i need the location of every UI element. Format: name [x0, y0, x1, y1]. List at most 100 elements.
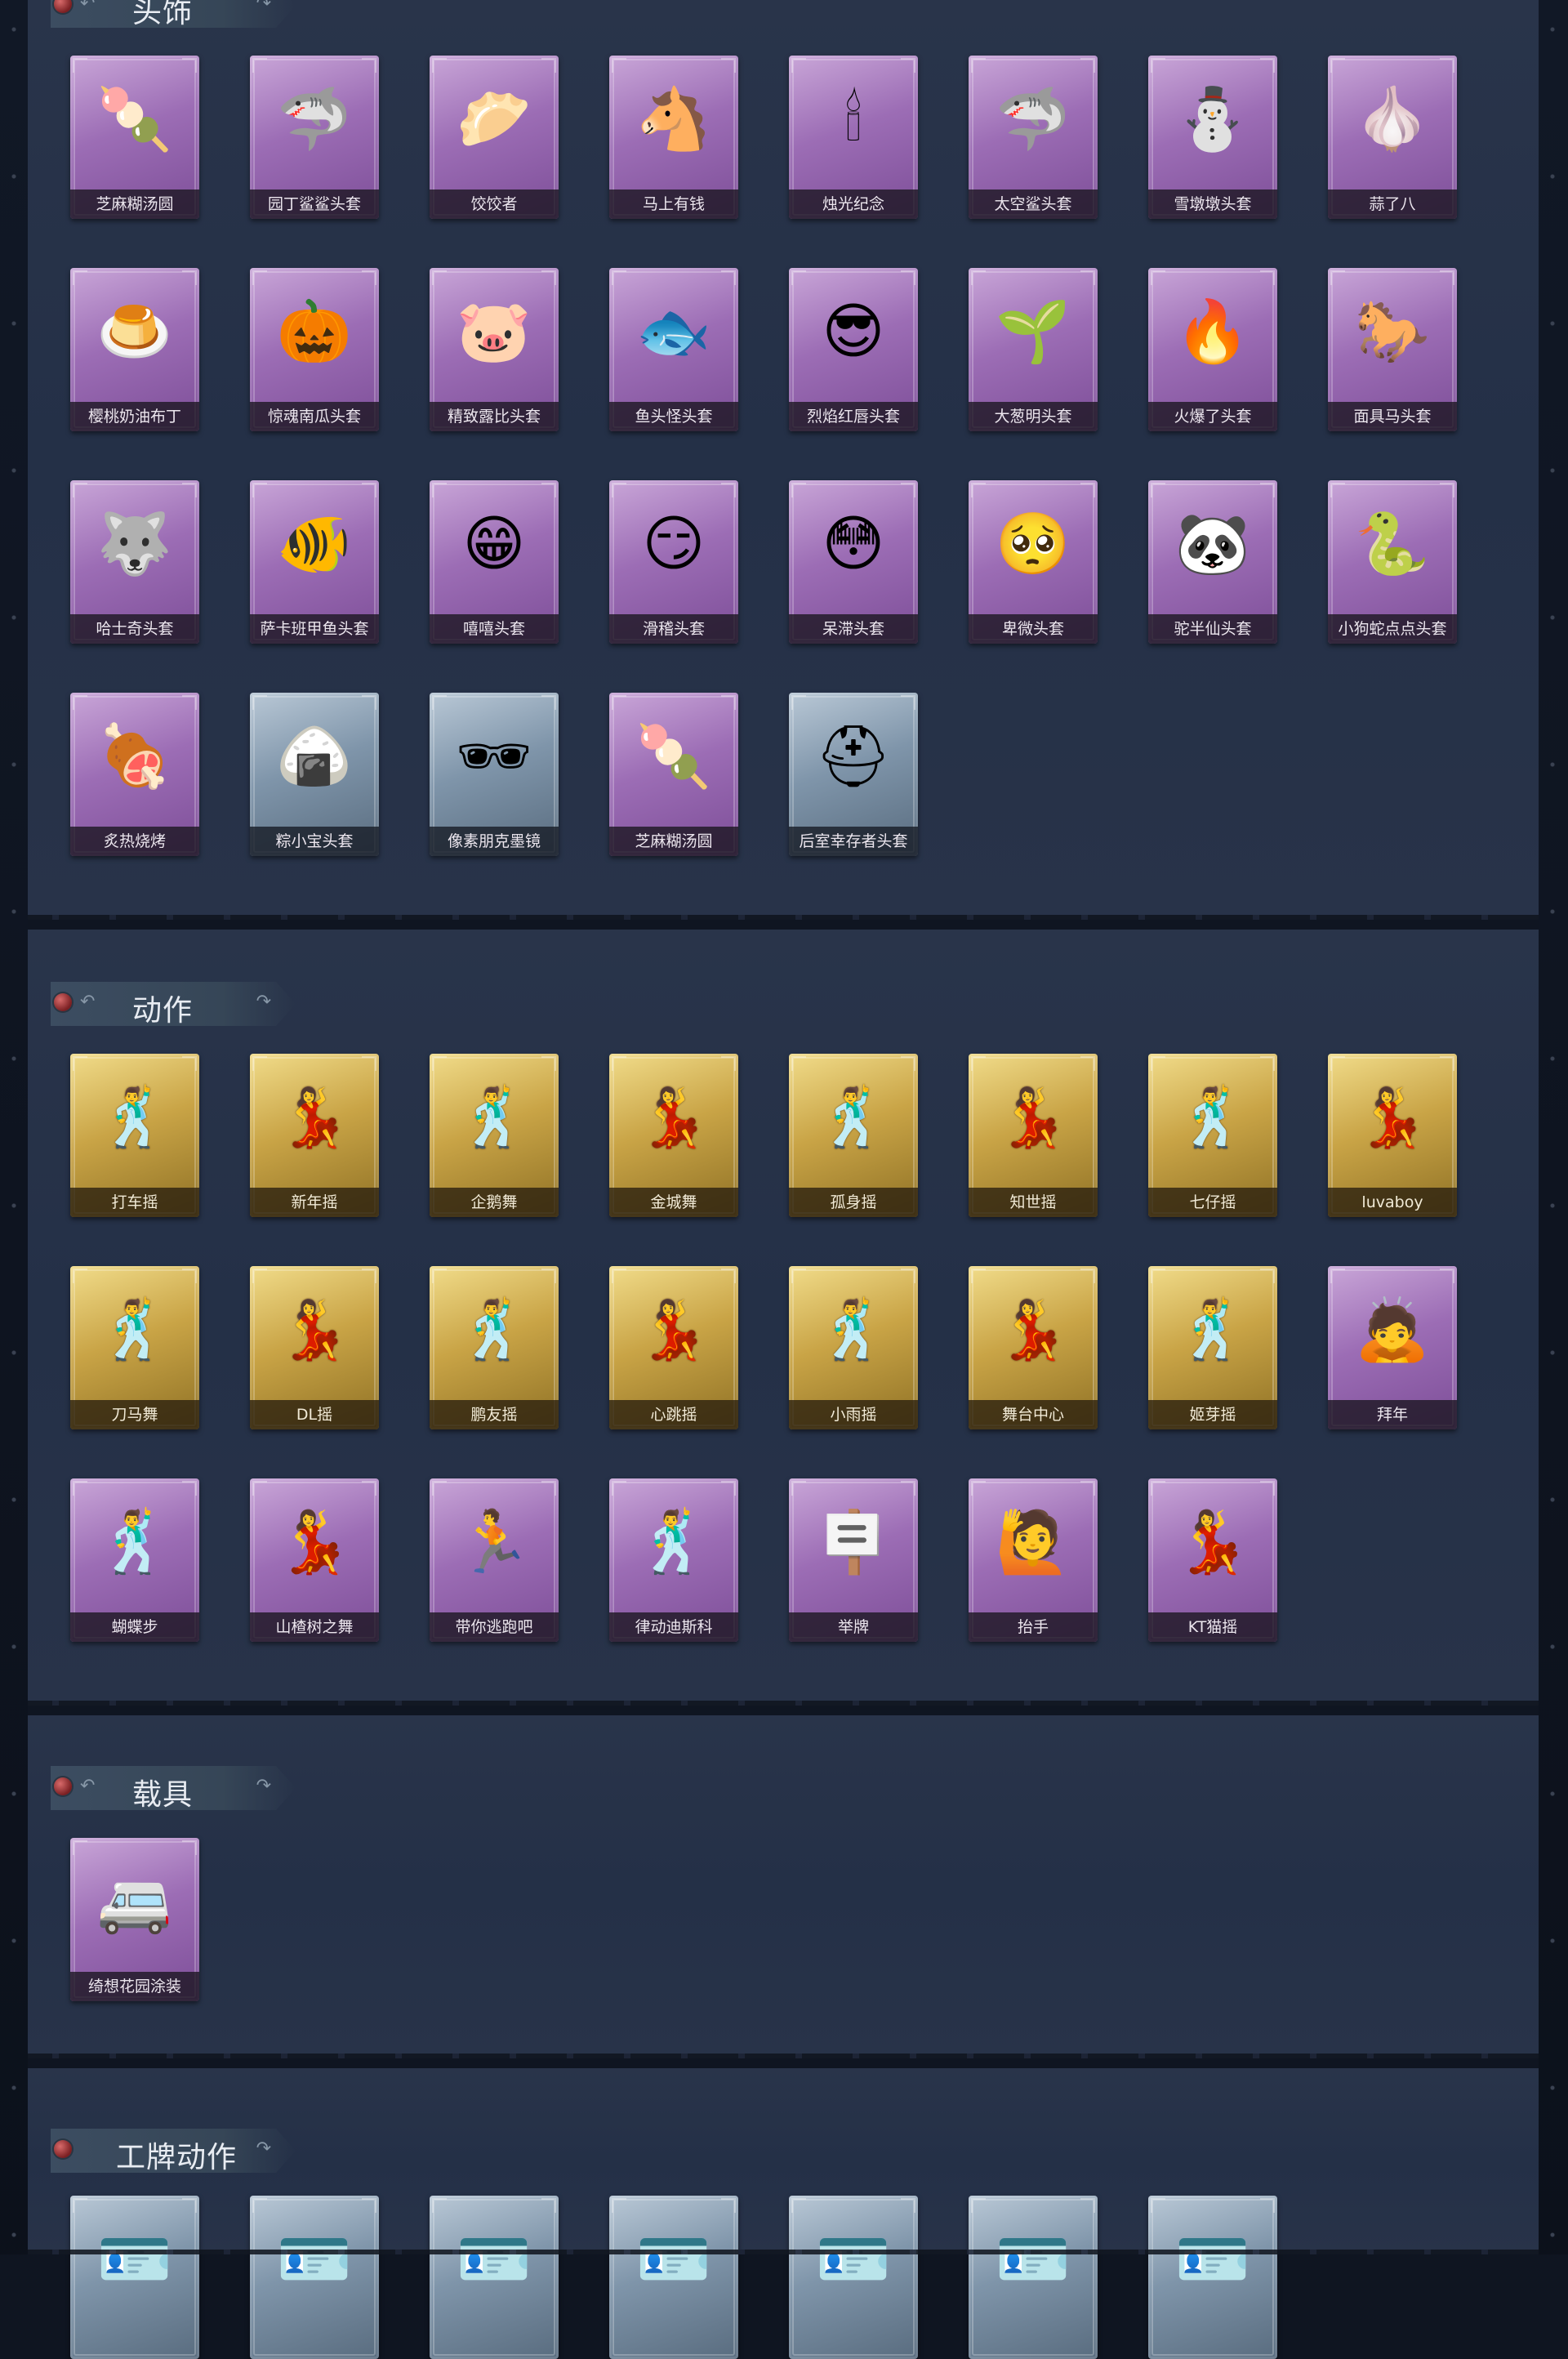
item-card[interactable]: 🕺 企鹅舞	[430, 1054, 559, 1217]
item-card[interactable]: 🐎 面具马头套	[1328, 268, 1457, 431]
section-title: 动作	[132, 994, 194, 1028]
item-card[interactable]: 🍡 芝麻糊汤圆	[609, 693, 738, 856]
card-corner-ornament	[612, 1056, 626, 1071]
card-corner-ornament	[362, 483, 376, 497]
item-card[interactable]: 🐺 哈士奇头套	[70, 480, 199, 644]
item-card[interactable]: 🌱 大葱明头套	[969, 268, 1098, 431]
item-card[interactable]: 🕺 刀马舞	[70, 1266, 199, 1429]
item-card[interactable]: 😳 呆滞头套	[789, 480, 918, 644]
item-card[interactable]: 🐟 鱼头怪头套	[609, 268, 738, 431]
fire-icon: 🔥	[1174, 297, 1251, 367]
run-figure-icon: 🏃	[456, 1507, 532, 1577]
item-card[interactable]: 🍖 炙热烧烤	[70, 693, 199, 856]
card-corner-ornament	[971, 270, 986, 285]
item-card[interactable]: 🐠 萨卡班甲鱼头套	[250, 480, 379, 644]
section-header: 工牌动作 ↷	[51, 2129, 296, 2173]
disco-figure-icon: 🕺	[635, 1507, 712, 1577]
item-card[interactable]: 🪪	[969, 2196, 1098, 2359]
item-card[interactable]: 🚐 绮想花园涂装	[70, 1838, 199, 2001]
item-card[interactable]: ⛄ 雪墩墩头套	[1148, 56, 1277, 219]
item-card[interactable]: 💃 心跳摇	[609, 1266, 738, 1429]
item-card[interactable]: 💃 luvaboy	[1328, 1054, 1457, 1217]
item-card[interactable]: 🐍 小狗蛇点点头套	[1328, 480, 1457, 644]
item-label: 雪墩墩头套	[1148, 190, 1277, 219]
item-card[interactable]: 🍮 樱桃奶油布丁	[70, 268, 199, 431]
item-card[interactable]: 💃 舞台中心	[969, 1266, 1098, 1429]
item-card[interactable]: 🪪	[250, 2196, 379, 2359]
item-card[interactable]: 🪪	[70, 2196, 199, 2359]
badge-icon: 🪪	[456, 2224, 532, 2294]
item-label: 樱桃奶油布丁	[70, 402, 199, 431]
item-label: 惊魂南瓜头套	[250, 402, 379, 431]
item-card[interactable]: 🦈 园丁鲨鲨头套	[250, 56, 379, 219]
item-card[interactable]: 💃 金城舞	[609, 1054, 738, 1217]
item-card[interactable]: 🕺 打车摇	[70, 1054, 199, 1217]
item-label: 山楂树之舞	[250, 1612, 379, 1642]
item-card[interactable]: 🔥 火爆了头套	[1148, 268, 1277, 431]
item-card[interactable]: 😎 烈焰红唇头套	[789, 268, 918, 431]
item-card[interactable]: 💃 DL摇	[250, 1266, 379, 1429]
item-card[interactable]: 🐴 马上有钱	[609, 56, 738, 219]
item-card[interactable]: 🕶 像素朋克墨镜	[430, 693, 559, 856]
item-label: 律动迪斯科	[609, 1612, 738, 1642]
item-card[interactable]: 🦈 太空鲨头套	[969, 56, 1098, 219]
card-corner-ornament	[252, 483, 267, 497]
item-card[interactable]: 💃 新年摇	[250, 1054, 379, 1217]
item-card[interactable]: 😏 滑稽头套	[609, 480, 738, 644]
card-corner-ornament	[362, 270, 376, 285]
item-card[interactable]: 🎃 惊魂南瓜头套	[250, 268, 379, 431]
item-label: 金城舞	[609, 1188, 738, 1217]
item-card[interactable]: 🪪	[430, 2196, 559, 2359]
item-card[interactable]: ⛑ 后室幸存者头套	[789, 693, 918, 856]
item-card[interactable]: 💃 山楂树之舞	[250, 1478, 379, 1642]
swirl-ornament-icon: ↶	[80, 992, 96, 1012]
item-label: KT猫摇	[1148, 1612, 1277, 1642]
item-card[interactable]: 🕺 姬芽摇	[1148, 1266, 1277, 1429]
badge-icon: 🪪	[276, 2224, 353, 2294]
item-card[interactable]: 🏃 带你逃跑吧	[430, 1478, 559, 1642]
card-corner-ornament	[182, 483, 197, 497]
item-card[interactable]: 🍡 芝麻糊汤圆	[70, 56, 199, 219]
card-corner-ornament	[252, 2198, 267, 2213]
item-card[interactable]: 🪧 举牌	[789, 1478, 918, 1642]
item-label: 呆滞头套	[789, 614, 918, 644]
item-card[interactable]: 🍙 粽小宝头套	[250, 693, 379, 856]
card-corner-ornament	[1440, 483, 1454, 497]
item-card[interactable]: 🐷 精致露比头套	[430, 268, 559, 431]
item-card[interactable]: 🪪	[609, 2196, 738, 2359]
item-label: 新年摇	[250, 1188, 379, 1217]
pink-bear-icon: 🐷	[456, 297, 532, 367]
card-corner-ornament	[1080, 1056, 1095, 1071]
item-card[interactable]: 🥺 卑微头套	[969, 480, 1098, 644]
item-card[interactable]: 🥟 饺饺者	[430, 56, 559, 219]
item-card[interactable]: 💃 知世摇	[969, 1054, 1098, 1217]
item-card[interactable]: 🕺 小雨摇	[789, 1266, 918, 1429]
item-card[interactable]: 🕺 鹏友摇	[430, 1266, 559, 1429]
item-card[interactable]: 🕺 七仔摇	[1148, 1054, 1277, 1217]
card-corner-ornament	[791, 1056, 806, 1071]
item-card[interactable]: 🕺 孤身摇	[789, 1054, 918, 1217]
item-card[interactable]: 🪪	[1148, 2196, 1277, 2359]
card-corner-ornament	[612, 483, 626, 497]
card-corner-ornament	[901, 270, 915, 285]
dance-figure-icon: 💃	[276, 1507, 353, 1577]
item-label: 芝麻糊汤圆	[609, 827, 738, 856]
card-corner-ornament	[1260, 2198, 1275, 2213]
dance-figure-icon: 🕺	[99, 1296, 171, 1363]
swirl-ornament-icon: ↷	[256, 2138, 271, 2159]
item-card[interactable]: 💃 KT猫摇	[1148, 1478, 1277, 1642]
item-card[interactable]: 🕺 蝴蝶步	[70, 1478, 199, 1642]
item-card[interactable]: 🙇 拜年	[1328, 1266, 1457, 1429]
grin-icon: 😁	[462, 509, 526, 579]
item-card[interactable]: 🐼 驼半仙头套	[1148, 480, 1277, 644]
card-corner-ornament	[182, 1840, 197, 1855]
item-card[interactable]: 🧄 蒜了八	[1328, 56, 1457, 219]
item-card[interactable]: 😁 嘻嘻头套	[430, 480, 559, 644]
raise-hand-icon: 🙋	[995, 1507, 1071, 1577]
item-card[interactable]: 🕯 烛光纪念	[789, 56, 918, 219]
card-corner-ornament	[901, 1056, 915, 1071]
item-card[interactable]: 🙋 抬手	[969, 1478, 1098, 1642]
item-card[interactable]: 🕺 律动迪斯科	[609, 1478, 738, 1642]
section-header: ↶ 动作 ↷	[51, 982, 296, 1026]
item-card[interactable]: 🪪	[789, 2196, 918, 2359]
